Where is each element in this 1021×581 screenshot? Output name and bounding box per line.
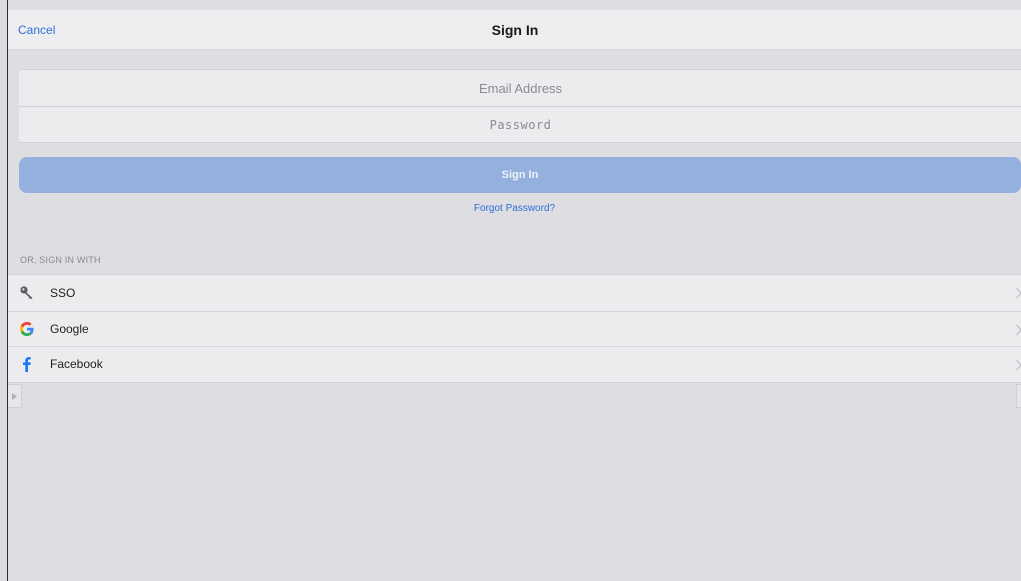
forgot-password-link[interactable]: Forgot Password?: [8, 203, 1021, 214]
section-label: OR, SIGN IN WITH: [20, 255, 101, 265]
sign-in-button[interactable]: Sign In: [19, 157, 1021, 193]
provider-label: Facebook: [50, 357, 103, 372]
sign-in-screen: Cancel Sign In Email Address Password Si…: [7, 0, 1021, 581]
navigation-bar: Cancel Sign In: [8, 10, 1021, 50]
chevron-right-icon: [1016, 358, 1021, 376]
page-title: Sign In: [491, 22, 539, 38]
right-panel-handle[interactable]: [1016, 384, 1021, 408]
facebook-icon: [18, 355, 36, 373]
side-panel-handle[interactable]: [8, 384, 22, 408]
provider-sso[interactable]: SSO: [8, 275, 1021, 311]
password-field[interactable]: Password: [19, 106, 1021, 142]
chevron-right-icon: [1016, 323, 1021, 341]
provider-google[interactable]: Google: [8, 310, 1021, 347]
provider-label: SSO: [50, 285, 76, 300]
provider-facebook[interactable]: Facebook: [8, 346, 1021, 382]
email-field[interactable]: Email Address: [19, 70, 1021, 106]
credentials-form: Email Address Password: [19, 69, 1021, 143]
provider-label: Google: [50, 321, 89, 336]
google-icon: [18, 320, 36, 338]
key-icon: [18, 284, 36, 302]
chevron-right-icon: [1016, 286, 1021, 304]
provider-list: SSO Google Facebook: [8, 274, 1021, 383]
triangle-right-icon: [12, 392, 17, 400]
